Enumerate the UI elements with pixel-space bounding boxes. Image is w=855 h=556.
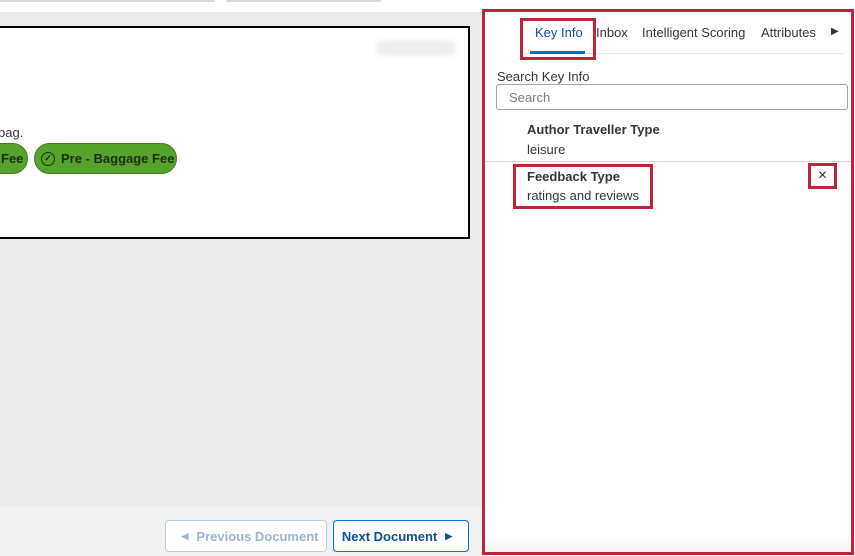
tag-label: Pre - Baggage Fee xyxy=(61,151,175,166)
top-toolbar xyxy=(0,0,484,12)
caret-left-icon: ◀ xyxy=(181,530,189,541)
key-info-panel: Key Info Inbox Intelligent Scoring Attri… xyxy=(482,9,854,555)
key-info-item: Feedback Type ratings and reviews × xyxy=(485,163,851,213)
caret-right-icon: ▶ xyxy=(445,530,453,541)
remove-item-button[interactable]: × xyxy=(808,163,837,189)
previous-document-button[interactable]: ◀ Previous Document xyxy=(165,520,327,552)
search-input[interactable] xyxy=(496,84,848,110)
search-label: Search Key Info xyxy=(497,69,590,84)
document-card: bag. Fee ✓ Pre - Baggage Fee xyxy=(0,26,470,239)
next-document-label: Next Document xyxy=(341,528,438,544)
document-navigation: ◀ Previous Document Next Document ▶ xyxy=(0,506,484,556)
topic-tag[interactable]: Fee xyxy=(0,143,28,174)
panel-bottom-shade xyxy=(485,536,851,552)
tab-intelligent-scoring[interactable]: Intelligent Scoring xyxy=(642,25,745,40)
previous-document-label: Previous Document xyxy=(196,528,319,544)
check-circle-icon: ✓ xyxy=(41,151,55,166)
toolbar-tab-placeholder xyxy=(0,0,215,2)
tab-inbox[interactable]: Inbox xyxy=(596,25,628,40)
document-text: bag. xyxy=(0,125,24,140)
tag-label: Fee xyxy=(1,151,24,166)
key-info-item: Author Traveller Type leisure xyxy=(485,118,851,162)
close-icon: × xyxy=(817,167,828,184)
toolbar-tab-placeholder xyxy=(226,0,381,2)
topic-tag[interactable]: ✓ Pre - Baggage Fee xyxy=(34,143,177,174)
key-info-value: leisure xyxy=(527,142,566,157)
tab-attributes[interactable]: Attributes xyxy=(761,25,823,40)
key-info-title: Author Traveller Type xyxy=(527,122,660,137)
blurred-metadata xyxy=(376,40,456,56)
tab-highlight-box xyxy=(520,18,596,60)
next-document-button[interactable]: Next Document ▶ xyxy=(333,520,469,552)
document-viewer: bag. Fee ✓ Pre - Baggage Fee ◀ Previous … xyxy=(0,12,484,556)
key-info-value: ratings and reviews xyxy=(527,188,639,203)
tab-overflow-caret-right-icon[interactable]: ▶ xyxy=(831,26,839,37)
key-info-title: Feedback Type xyxy=(527,169,620,184)
